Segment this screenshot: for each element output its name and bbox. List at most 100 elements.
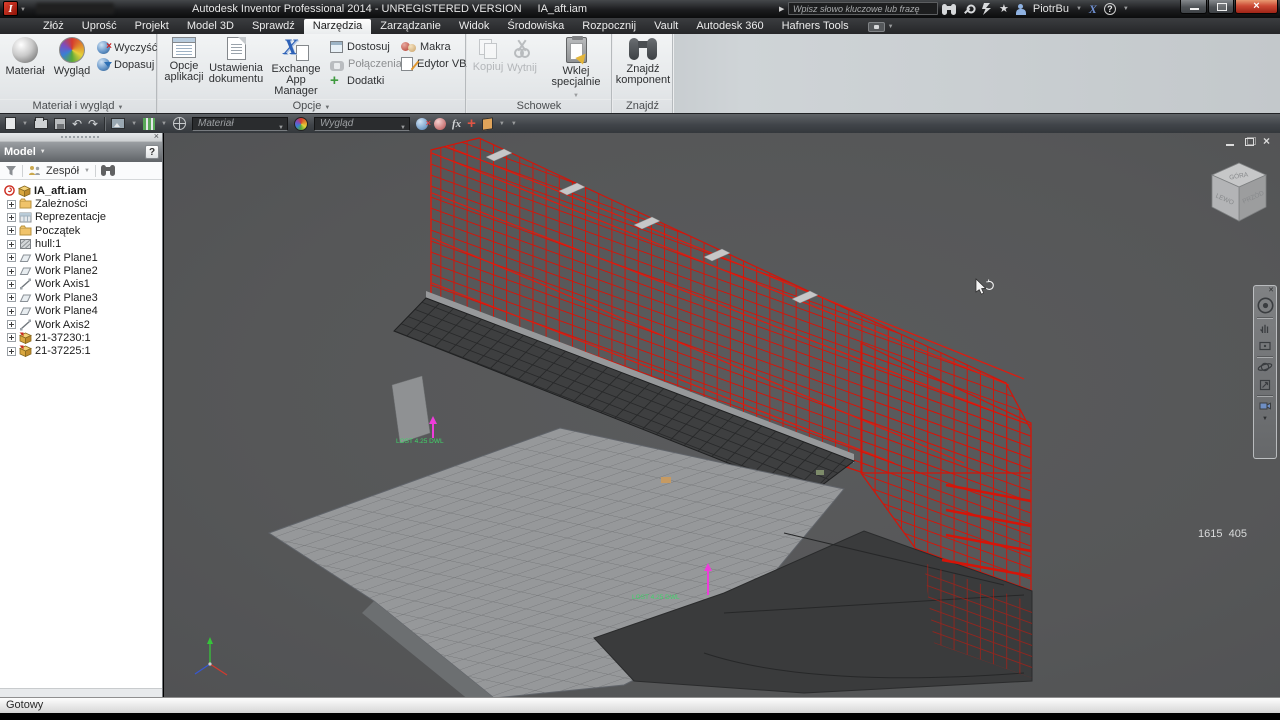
tree-row-part-37230[interactable]: 21-37230:1 [2,331,162,344]
new-file-icon[interactable] [5,117,16,130]
expander-icon[interactable] [7,293,16,303]
doc-close-icon[interactable] [1263,134,1274,148]
expander-icon[interactable] [7,266,16,276]
tree-row-work-plane3[interactable]: Work Plane3 [2,291,162,304]
browser-header-caret-icon[interactable]: ▼ [40,149,46,155]
exchange-apps-icon[interactable]: X [1089,2,1097,17]
redo-icon[interactable]: ↷ [88,118,98,130]
tab-sprawdz[interactable]: Sprawdź [243,19,304,34]
render-caret-icon[interactable]: ▼ [131,121,137,127]
expander-icon[interactable] [7,333,16,343]
tab-hafners-tools[interactable]: Hafners Tools [773,19,858,34]
tree-row-work-plane4[interactable]: Work Plane4 [2,305,162,318]
minimize-button[interactable] [1180,0,1207,14]
tree-row-part-37225[interactable]: 21-37225:1 [2,345,162,358]
expander-icon[interactable] [7,226,16,236]
look-at-icon[interactable] [1257,377,1273,393]
tab-rozpocznij[interactable]: Rozpocznij [573,19,645,34]
sign-in-icon[interactable] [982,3,992,15]
expander-icon[interactable] [7,239,16,249]
browser-header[interactable]: Model ▼ ? [0,142,162,162]
tree-row-work-plane1[interactable]: Work Plane1 [2,251,162,264]
view-cube[interactable]: GÓRA LEWO PRZÓD [1211,162,1267,222]
screencast-icon[interactable] [867,22,885,32]
tree-row-hull[interactable]: hull:1 [2,238,162,251]
tree-row-origin[interactable]: Początek [2,224,162,237]
user-menu-caret-icon[interactable]: ▼ [1076,6,1082,12]
new-file-caret-icon[interactable]: ▼ [22,121,28,127]
tree-row-work-plane2[interactable]: Work Plane2 [2,264,162,277]
doc-restore-icon[interactable] [1244,137,1256,147]
clear-appearance-icon[interactable] [415,117,431,130]
appearance-button[interactable]: Wygląd [49,37,95,77]
settings-wrench-icon[interactable] [961,1,978,18]
tab-zarzadzanie[interactable]: Zarządzanie [371,19,450,34]
tree-row-representations[interactable]: Reprezentacje [2,211,162,224]
customize-button[interactable]: Dostosuj [330,38,402,55]
adjust-button[interactable]: Dopasuj [97,56,157,73]
appearance-combo[interactable]: Wygląd ▼ [313,116,410,131]
render-icon[interactable] [111,118,126,129]
material-combo[interactable]: Materiał ▼ [191,116,288,131]
search-input[interactable] [788,2,938,15]
screencast-caret-icon[interactable]: ▼ [888,24,894,30]
undo-icon[interactable]: ↶ [72,118,82,130]
work-features-caret-icon[interactable]: ▼ [499,121,505,127]
tab-narzedzia[interactable]: Narzędzia [303,19,372,34]
doc-minimize-icon[interactable] [1225,137,1236,147]
material-button[interactable]: Materiał [3,37,47,77]
assembly-people-icon[interactable] [28,165,41,177]
search-icon[interactable] [942,3,956,15]
camera-view-icon[interactable] [1257,398,1273,414]
assembly-filter-label[interactable]: Zespół [46,165,79,177]
navbar-close-icon[interactable]: ✕ [1268,287,1274,294]
appearance-wheel-icon-small[interactable] [293,116,308,131]
addins-button[interactable]: + Dodatki [330,72,402,89]
zoom-window-icon[interactable] [1257,338,1273,354]
exchange-app-manager-button[interactable]: X Exchange App Manager [265,34,327,97]
browser-grip[interactable]: × [0,132,162,142]
tree-row-work-axis1[interactable]: Work Axis1 [2,278,162,291]
search-collapse-icon[interactable]: ▶ [779,5,784,13]
tab-uprosc[interactable]: Uprość [73,19,126,34]
tab-widok[interactable]: Widok [450,19,499,34]
tree-row-assembly-root[interactable]: IA_aft.iam [2,184,162,197]
restore-button[interactable] [1208,0,1234,14]
web-help-icon[interactable] [172,117,186,130]
add-component-icon[interactable]: + [467,116,476,131]
expander-icon[interactable] [7,306,16,316]
toolbar-overflow-icon[interactable]: ▼ [511,121,517,127]
browser-find-icon[interactable] [100,165,115,176]
vba-editor-button[interactable]: Edytor VBA [401,55,474,72]
close-button[interactable] [1235,0,1278,14]
filter-icon[interactable] [5,165,17,177]
expander-icon[interactable] [7,253,16,263]
tree-row-dependencies[interactable]: Zależności [2,197,162,210]
help-menu-caret-icon[interactable]: ▼ [1123,6,1129,12]
expander-icon[interactable] [7,212,16,222]
options-group-footer[interactable]: Opcje ▼ [158,99,465,113]
pan-hand-icon[interactable] [1257,320,1273,336]
3d-viewport-canvas[interactable]: LOST 4.25 DWL LOST 4.25 DWL GÓRA LEWO PR… [164,133,1280,697]
parameters-icon[interactable] [143,117,156,130]
favorites-star-icon[interactable]: ★ [999,3,1009,15]
tab-zloz[interactable]: Złóż [34,19,73,34]
find-component-button[interactable]: Znajdź komponent [615,37,671,86]
user-name[interactable]: PiotrBu [1033,3,1069,15]
tab-projekt[interactable]: Projekt [126,19,178,34]
tab-vault[interactable]: Vault [645,19,687,34]
parameters-caret-icon[interactable]: ▼ [161,121,167,127]
document-settings-button[interactable]: Ustawienia dokumentu [209,37,263,85]
user-account-icon[interactable] [1015,3,1026,15]
expander-icon[interactable] [7,279,16,289]
help-icon[interactable]: ? [1103,3,1116,15]
tree-row-work-axis2[interactable]: Work Axis2 [2,318,162,331]
adjust-appearance-icon[interactable] [433,117,446,130]
app-menu-caret-icon[interactable]: ▼ [20,7,26,13]
application-options-button[interactable]: Opcje aplikacji [161,37,207,83]
orbit-icon[interactable] [1257,359,1273,375]
clear-overrides-button[interactable]: Wyczyść [97,39,157,56]
expander-icon[interactable] [7,346,16,356]
save-icon[interactable] [53,117,66,130]
browser-close-icon[interactable]: × [154,132,159,141]
